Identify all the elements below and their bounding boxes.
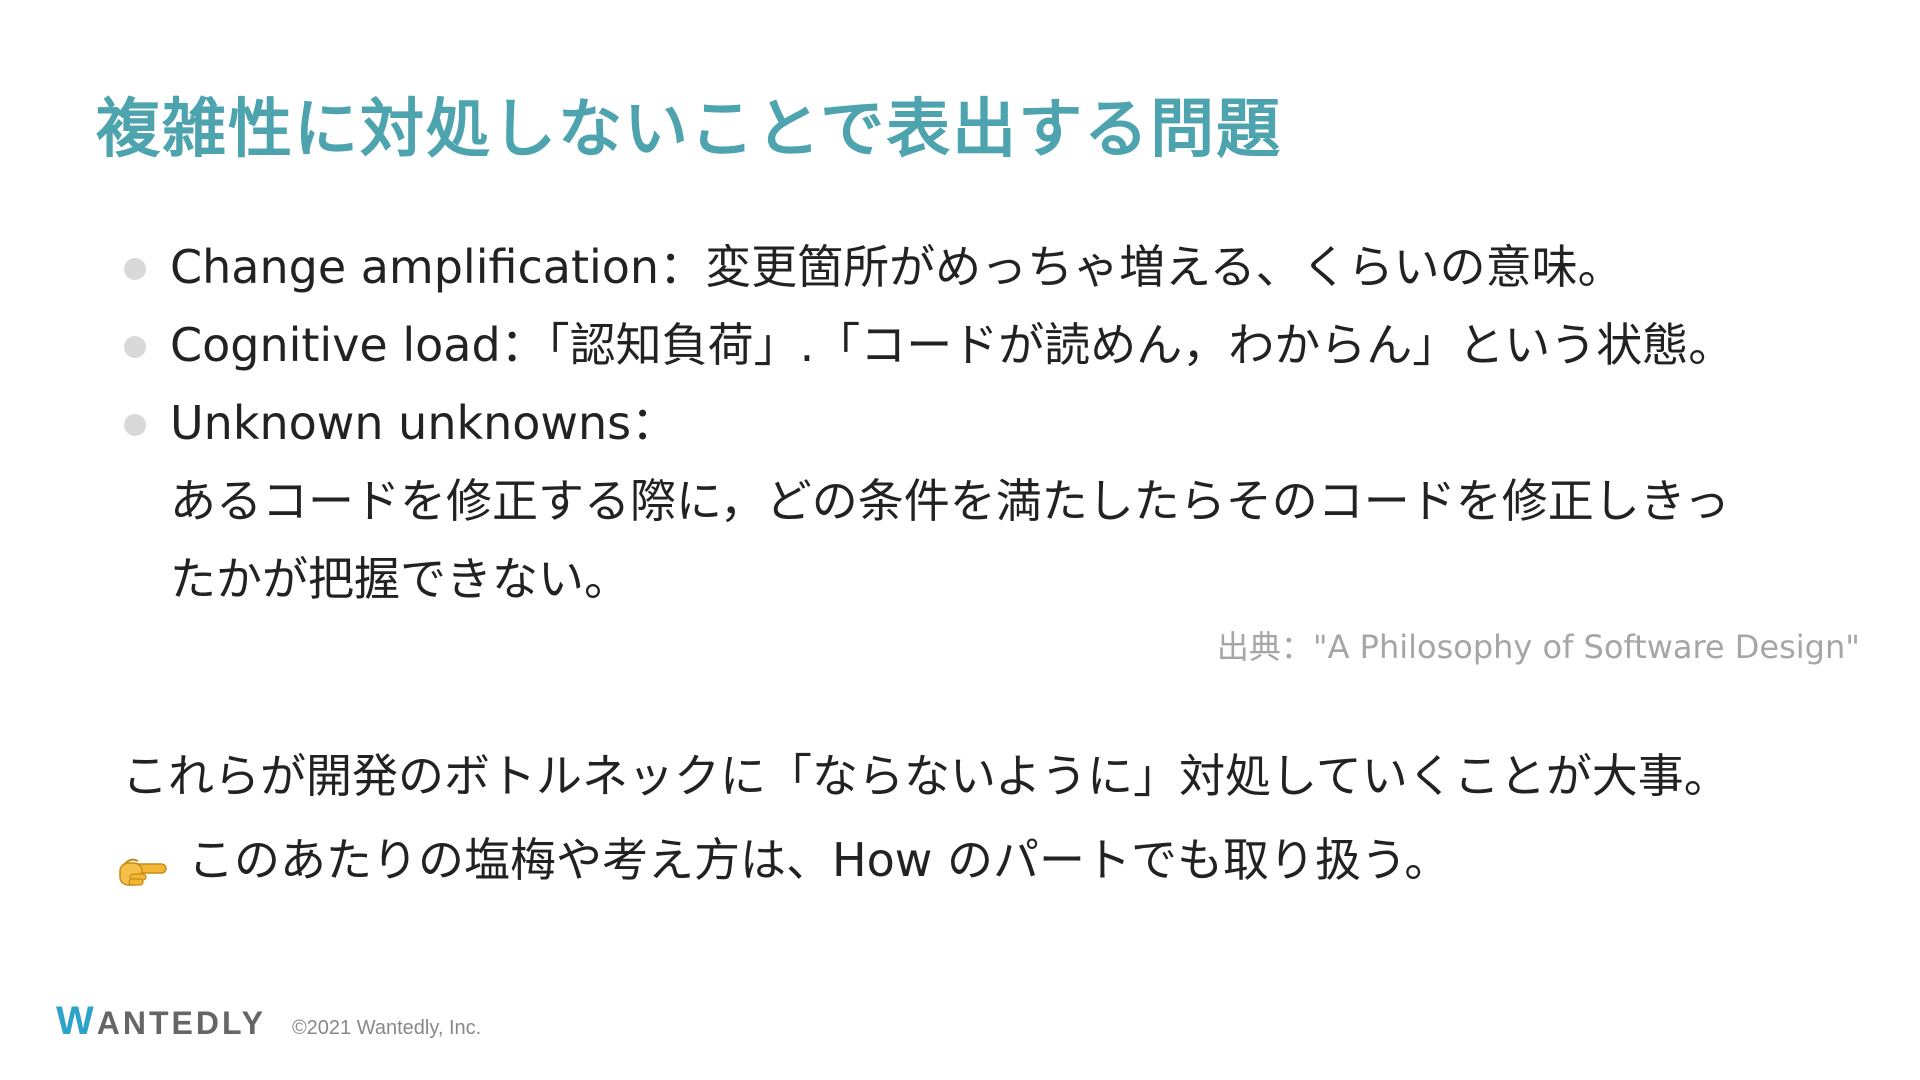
bullet-text-continued: たかが把握できない。 xyxy=(170,552,630,606)
note-line: このあたりの塩梅や考え方は、How のパートでも取り扱う。 xyxy=(116,830,1450,890)
bullet-text: Change amplification：変更箇所がめっちゃ増える、くらいの意味… xyxy=(170,240,1624,294)
conclusion-text: これらが開発のボトルネックに「ならないように」対処していくことが大事。 xyxy=(122,749,1730,803)
wantedly-logo: WANTEDLY xyxy=(56,999,266,1044)
pointing-hand-icon xyxy=(116,843,168,886)
bullet-text: Cognitive load：「認知負荷」.「コードが読めん，わからん」という状… xyxy=(170,318,1735,372)
bullet-item-change-amplification: Change amplification：変更箇所がめっちゃ増える、くらいの意味… xyxy=(120,228,1840,306)
logo-initial: W xyxy=(56,999,97,1043)
copyright: ©2021 Wantedly, Inc. xyxy=(291,1017,482,1039)
bullet-item-cognitive-load: Cognitive load：「認知負荷」.「コードが読めん，わからん」という状… xyxy=(120,306,1840,384)
bullet-item-unknown-unknowns: Unknown unknowns： あるコードを修正する際に，どの条件を満たした… xyxy=(120,384,1840,618)
note-text: このあたりの塩梅や考え方は、How のパートでも取り扱う。 xyxy=(188,833,1451,887)
bullet-dot-icon xyxy=(124,258,146,280)
bullet-list: Change amplification：変更箇所がめっちゃ増える、くらいの意味… xyxy=(120,228,1840,618)
footer: WANTEDLY ©2021 Wantedly, Inc. xyxy=(56,999,481,1044)
bullet-dot-icon xyxy=(124,336,146,358)
logo-wordmark: ANTEDLY xyxy=(96,1005,266,1041)
bullet-dot-icon xyxy=(124,414,146,436)
bullet-text-continued: あるコードを修正する際に，どの条件を満たしたらそのコードを修正しきっ xyxy=(170,474,1730,528)
bullet-text: Unknown unknowns： xyxy=(170,396,678,450)
slide: 複雑性に対処しないことで表出する問題 Change amplification：… xyxy=(0,0,1920,1080)
source-citation: 出典："A Philosophy of Software Design" xyxy=(1216,628,1860,666)
slide-title: 複雑性に対処しないことで表出する問題 xyxy=(96,93,1283,167)
